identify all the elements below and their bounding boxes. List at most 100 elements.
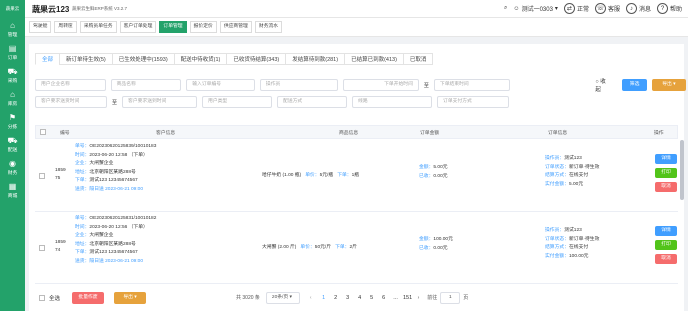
order-value: 在线支付: [569, 245, 589, 250]
status-tab-7[interactable]: 已取消: [402, 53, 434, 65]
header-checkbox[interactable]: [40, 129, 46, 135]
next-page-button[interactable]: ›: [418, 295, 420, 301]
page-2[interactable]: 2: [330, 295, 342, 301]
deliver-to-filter[interactable]: 客户要求送到时间: [122, 96, 198, 108]
operator-filter[interactable]: 操作员: [259, 79, 339, 91]
page-6[interactable]: 6: [378, 295, 390, 301]
detail-button[interactable]: 详情: [655, 154, 677, 164]
page-unit-label: 页: [463, 295, 469, 301]
order-value: 测试123: [564, 156, 582, 161]
sidebar-label: 配送: [7, 147, 18, 153]
company-filter[interactable]: 用户企业名称: [35, 79, 106, 91]
field-value: 大闸蟹企业: [89, 233, 114, 238]
status-icon: ⇄: [563, 3, 575, 14]
pay-method-filter[interactable]: 订单支付方式: [437, 96, 510, 108]
status-tab-0[interactable]: 全部: [35, 53, 61, 65]
amount-line: 已收：0.00元: [419, 173, 448, 182]
page-tab-6[interactable]: 供应商管理: [219, 21, 252, 33]
sidebar-item-0[interactable]: ⌂ 管理: [0, 18, 25, 41]
order-label: 订单状态：: [545, 236, 569, 242]
pagination: 1 2 3 4 5 6... 151: [318, 295, 414, 301]
goto-page-input[interactable]: 1: [440, 291, 461, 304]
page-tab-3[interactable]: 客户订单处理: [119, 21, 157, 33]
col-actions: 操作: [654, 130, 664, 136]
status-button[interactable]: ⇄ 正常: [563, 3, 589, 14]
start-time-filter[interactable]: 下单开始时间: [343, 79, 419, 91]
messages-button[interactable]: ♪ 消息: [625, 3, 651, 14]
print-button[interactable]: 打印: [655, 168, 677, 178]
customer-line: 单号：OE20230620125831/10010182: [75, 215, 156, 224]
order-label: 结算方式：: [545, 245, 569, 250]
cancel-button[interactable]: 取消: [655, 254, 677, 264]
delivery-method-filter[interactable]: 配送方式: [277, 96, 348, 108]
status-tab-4[interactable]: 已收货待结算(343): [226, 53, 287, 65]
page-tab-0[interactable]: 驾驶舱: [29, 21, 52, 33]
goods-name: 大闸蟹 (2.00 斤): [262, 245, 297, 250]
sidebar-item-3[interactable]: ⌂ 库房: [0, 87, 25, 110]
amount-value: 100.00元: [433, 237, 453, 242]
customer-line: 企业：大闸蟹企业: [75, 232, 156, 241]
route-filter[interactable]: 线路: [352, 96, 433, 108]
status-tab-2[interactable]: 已生效处理中(1593): [111, 53, 175, 65]
collapse-toggle[interactable]: ○ 收起: [595, 77, 611, 93]
customer-line: 地址：北京朝阳区某路288号: [75, 169, 156, 178]
row-checkbox[interactable]: [39, 173, 45, 179]
page-tab-7[interactable]: 财务流水: [254, 21, 283, 33]
status-tab-5[interactable]: 发结算待到款(281): [285, 53, 346, 65]
select-all-checkbox[interactable]: [39, 294, 45, 301]
order-value: 新订单·待生效: [569, 236, 600, 242]
goods-qty: 2斤: [349, 245, 357, 250]
field-label: 单号：: [75, 216, 90, 221]
sidebar-item-1[interactable]: ▤ 订单: [0, 41, 25, 64]
export-button[interactable]: 导出 ▾: [114, 291, 147, 304]
page-3[interactable]: 3: [342, 295, 354, 301]
page-4[interactable]: 4: [354, 295, 366, 301]
row-id-text: 1859 75: [55, 168, 66, 181]
page-size-select[interactable]: 20条/页 ▾: [265, 291, 300, 304]
table-row: 1859 75 单号：OE20230620125839/10010183 时间：20…: [35, 140, 678, 212]
sidebar-item-7[interactable]: ▦ 商城: [0, 179, 25, 202]
page-tab-2[interactable]: 采购员单任务: [79, 21, 117, 33]
page-5[interactable]: 5: [366, 295, 378, 301]
order-line: 实付金额：100.00元: [545, 253, 599, 262]
user-type-filter[interactable]: 用户类型: [202, 96, 273, 108]
page-1[interactable]: 1: [318, 295, 330, 301]
prev-page-button[interactable]: ‹: [310, 295, 312, 301]
service-button[interactable]: ☏ 客服: [594, 3, 620, 14]
deliver-from-filter[interactable]: 客户要求送货时间: [35, 96, 107, 108]
status-tab-3[interactable]: 配送中待收货(1): [173, 53, 228, 65]
sidebar-icon-2: ⛟: [7, 66, 18, 76]
export-filter-button[interactable]: 导出 ▾: [652, 79, 686, 91]
detail-button[interactable]: 详情: [655, 226, 677, 236]
goods-filter[interactable]: 商品名称: [110, 79, 182, 91]
print-button[interactable]: 打印: [655, 240, 677, 250]
end-time-filter[interactable]: 下单结束时间: [433, 79, 511, 91]
order-line: 操作员：测试123: [545, 155, 599, 164]
status-tab-6[interactable]: 已结算已到款(413): [344, 53, 404, 65]
search-filter-button[interactable]: 筛选: [621, 79, 648, 91]
order-no-filter[interactable]: 输入订单编号: [186, 79, 255, 91]
sidebar-item-2[interactable]: ⛟ 采购: [0, 64, 25, 87]
page-151[interactable]: 151: [402, 295, 414, 301]
sidebar-item-4[interactable]: ⚑ 分拣: [0, 110, 25, 133]
user-menu[interactable]: ☺ 测试一0303 ▾: [513, 4, 558, 14]
page-tab-4[interactable]: 订单管理: [159, 21, 187, 33]
cancel-button[interactable]: 取消: [655, 182, 677, 192]
batch-void-button[interactable]: 批量作废: [72, 291, 105, 304]
goods-qty: 1瓶: [351, 173, 360, 178]
sidebar-item-5[interactable]: ⛟ 配送: [0, 133, 25, 156]
search-button[interactable]: ⌕: [504, 5, 507, 12]
sidebar-label: 财务: [7, 170, 18, 176]
page-tab-1[interactable]: 周转筐: [54, 21, 77, 33]
headset-icon: ☏: [594, 3, 606, 14]
help-button[interactable]: ? 帮助: [656, 3, 682, 14]
row-checkbox[interactable]: [39, 245, 45, 251]
scrollbar[interactable]: [680, 140, 684, 200]
status-tab-1[interactable]: 新订单待生效(5): [59, 53, 113, 65]
field-value: OE20230620125839/10010183: [89, 144, 157, 149]
page-tab-5[interactable]: 报价定价: [189, 21, 217, 33]
col-order-info: 订单信息: [548, 130, 568, 136]
goods-name: 哈仔牛奶 (1.00 瓶): [262, 173, 302, 178]
sidebar-item-6[interactable]: ◉ 财务: [0, 156, 25, 179]
user-name: 测试一0303: [521, 7, 553, 13]
